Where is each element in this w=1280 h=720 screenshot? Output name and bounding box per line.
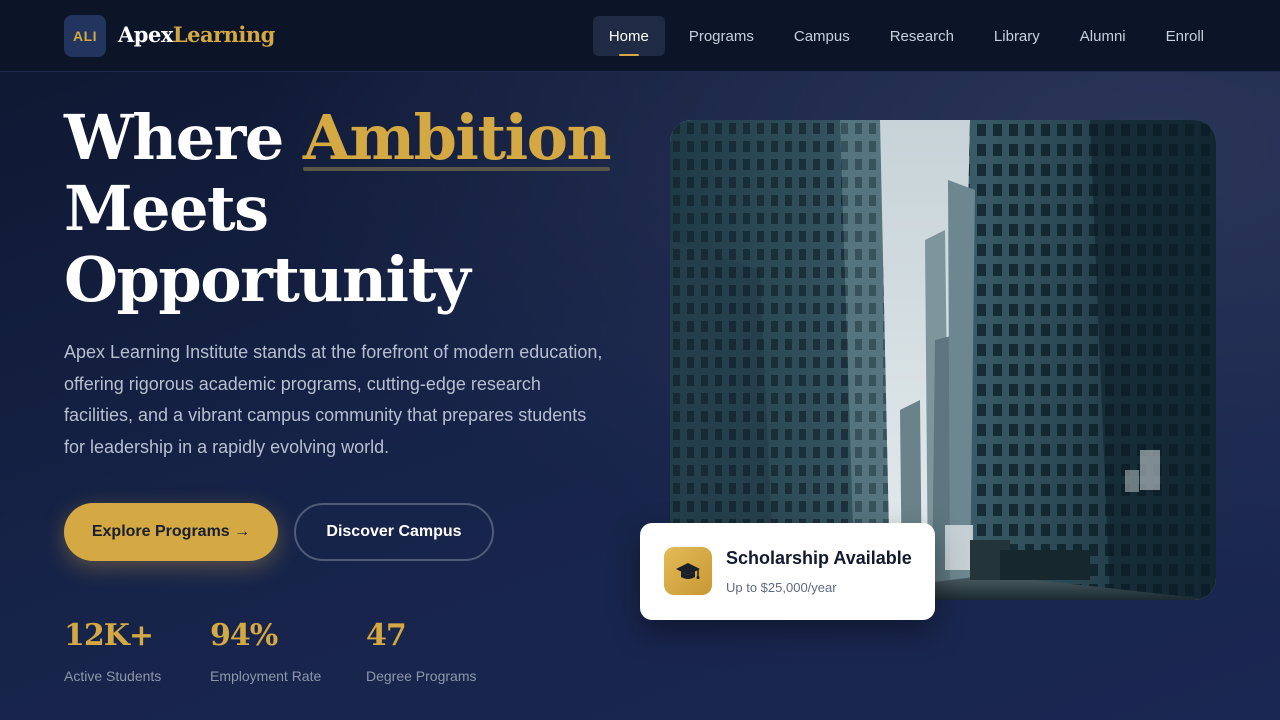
nav-item-library[interactable]: Library	[978, 16, 1056, 56]
graduation-cap-icon	[664, 547, 712, 595]
hero-description: Apex Learning Institute stands at the fo…	[64, 342, 603, 457]
headline-part1: Where	[64, 101, 303, 174]
logo-wordmark[interactable]: ApexLearning	[118, 22, 275, 47]
logo-badge[interactable]: ALI	[64, 15, 106, 57]
hero-headline: Where Ambition Meets Opportunity	[64, 102, 624, 315]
stat-value: 47	[366, 618, 407, 653]
nav-links: Home Programs Campus Research Library Al…	[592, 16, 1220, 56]
scholarship-title: Scholarship Available	[726, 548, 912, 568]
headline-accent: Ambition	[302, 101, 612, 174]
nav-item-programs[interactable]: Programs	[673, 16, 770, 56]
nav-item-enroll[interactable]: Enroll	[1150, 16, 1220, 56]
top-navigation: ALI ApexLearning Home Programs Campus Re…	[0, 0, 1280, 72]
stat-value: 12K+	[64, 618, 154, 653]
scholarship-subtitle: Up to $25,000/year	[726, 580, 837, 595]
headline-line3: Opportunity	[64, 243, 471, 316]
nav-item-research[interactable]: Research	[874, 16, 970, 56]
stat-degree-programs: 47 Degree Programs	[366, 618, 477, 684]
nav-item-home[interactable]: Home	[592, 16, 665, 56]
stat-active-students: 12K+ Active Students	[64, 618, 161, 684]
stat-label: Employment Rate	[210, 668, 322, 684]
nav-item-alumni[interactable]: Alumni	[1064, 16, 1142, 56]
logo-wordmark-part2: Learning	[172, 22, 276, 47]
stat-label: Active Students	[64, 668, 162, 684]
logo-wordmark-part1: Apex	[118, 22, 173, 47]
nav-item-campus[interactable]: Campus	[778, 16, 866, 56]
headline-line2: Meets	[64, 172, 269, 245]
stat-employment-rate: 94% Employment Rate	[210, 618, 321, 684]
explore-programs-button[interactable]: Explore Programs →	[64, 503, 278, 561]
discover-campus-button[interactable]: Discover Campus	[294, 503, 494, 561]
stat-label: Degree Programs	[366, 668, 477, 684]
stat-value: 94%	[210, 618, 278, 653]
scholarship-card[interactable]: Scholarship Available Up to $25,000/year	[640, 523, 935, 620]
